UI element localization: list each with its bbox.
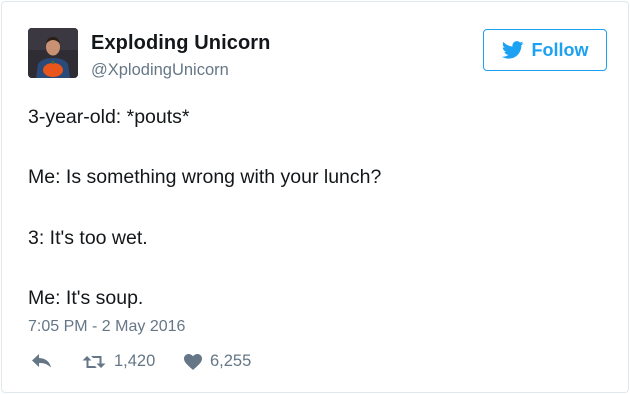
twitter-bird-icon	[501, 41, 524, 59]
reply-button[interactable]	[32, 354, 52, 368]
tweet-text-line: Me: Is something wrong with your lunch?	[28, 166, 382, 188]
reply-icon	[32, 354, 52, 368]
like-count: 6,255	[210, 352, 252, 370]
retweet-icon	[82, 354, 106, 370]
tweet-text-line: 3: It's too wet.	[28, 227, 148, 249]
tweet-text-line: Me: It's soup.	[28, 287, 144, 309]
tweet-timestamp[interactable]: 7:05 PM - 2 May 2016	[28, 318, 185, 336]
retweet-button[interactable]: 1,420	[82, 352, 155, 371]
retweet-count: 1,420	[114, 352, 156, 370]
follow-label: Follow	[531, 39, 589, 60]
like-button[interactable]: 6,255	[184, 352, 251, 371]
follow-button[interactable]: Follow	[483, 29, 607, 71]
heart-icon	[184, 353, 202, 370]
avatar[interactable]	[28, 28, 78, 78]
tweet-card: Exploding Unicorn @XplodingUnicorn Follo…	[1, 1, 629, 393]
display-name[interactable]: Exploding Unicorn	[91, 32, 270, 55]
avatar-image	[28, 28, 78, 78]
tweet-text-line: 3-year-old: *pouts*	[28, 106, 190, 128]
user-handle[interactable]: @XplodingUnicorn	[91, 61, 229, 80]
